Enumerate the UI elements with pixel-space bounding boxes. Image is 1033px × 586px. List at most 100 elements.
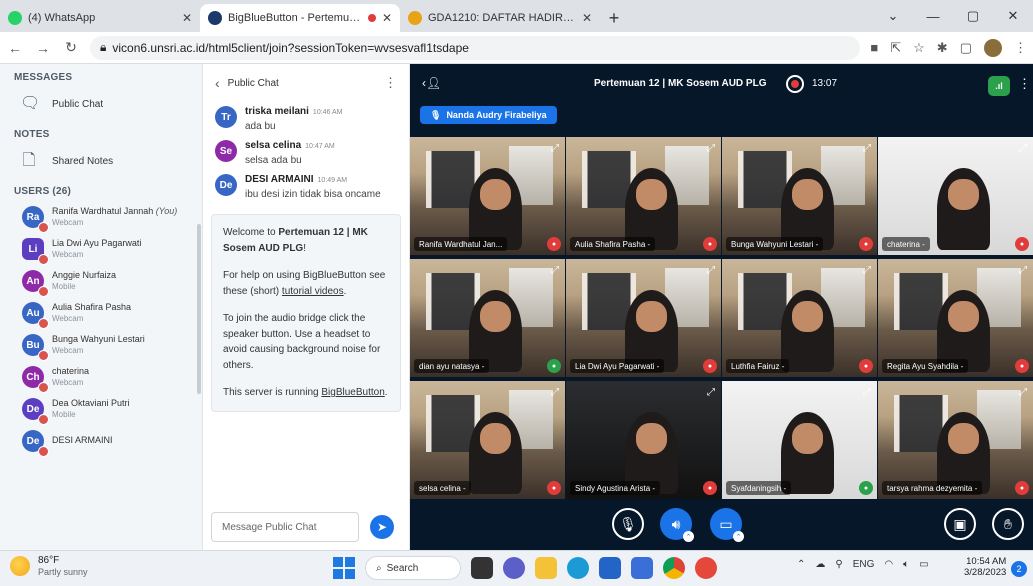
participant-name[interactable]: Luthfia Fairuz - <box>726 359 790 373</box>
chat-options-icon[interactable]: ⋮ <box>384 75 397 91</box>
close-window-button[interactable]: ✕ <box>993 0 1033 32</box>
recording-icon[interactable] <box>786 75 804 93</box>
bigbluebutton-link[interactable]: BigBlueButton <box>321 387 384 398</box>
share-icon[interactable]: ⇱ <box>890 40 901 56</box>
wifi-icon[interactable]: ◠ <box>884 559 893 570</box>
tutorial-videos-link[interactable]: tutorial videos <box>282 286 344 297</box>
chevron-down-icon[interactable]: ⌄ <box>873 0 913 32</box>
webcam-tile[interactable]: ⤢ Sindy Agustina Arista - ● <box>566 381 721 499</box>
battery-icon[interactable]: ▭ <box>919 559 928 570</box>
notification-badge[interactable]: 2 <box>1011 561 1027 577</box>
participant-name[interactable]: Regita Ayu Syahdila - <box>882 359 969 373</box>
menu-kebab-icon[interactable]: ⋮ <box>1014 40 1027 56</box>
tab-bigbluebutton[interactable]: BigBlueButton - Pertemuan 1 ✕ <box>200 4 400 32</box>
fullscreen-icon[interactable]: ⤢ <box>707 387 715 398</box>
user-list-item[interactable]: Bu Bunga Wahyuni Lestari Webcam <box>0 329 202 361</box>
fullscreen-icon[interactable]: ⤢ <box>1019 265 1027 276</box>
webcam-tile[interactable]: ⤢ Lia Dwi Ayu Pagarwati - ● <box>566 259 721 377</box>
edge-icon[interactable] <box>567 557 589 579</box>
reload-button[interactable]: ↻ <box>62 39 80 56</box>
bookmark-star-icon[interactable]: ☆ <box>913 40 925 56</box>
scrollbar[interactable] <box>197 224 201 394</box>
chevron-up-icon[interactable]: ⌃ <box>683 531 694 542</box>
sidebar-icon[interactable]: ▢ <box>960 40 972 56</box>
user-list-item[interactable]: Ch chaterina Webcam <box>0 361 202 393</box>
participant-name[interactable]: tarsya rahma dezyemita - <box>882 481 983 495</box>
webcam-tile[interactable]: ⤢ Aulia Shafira Pasha - ● <box>566 137 721 255</box>
forward-button[interactable]: → <box>34 40 52 56</box>
file-explorer-icon[interactable] <box>535 557 557 579</box>
user-list-item[interactable]: Au Aulia Shafira Pasha Webcam <box>0 297 202 329</box>
new-tab-button[interactable]: + <box>600 4 628 32</box>
participant-name[interactable]: dian ayu natasya - <box>414 359 490 373</box>
chevron-left-icon[interactable]: ‹ <box>215 75 220 91</box>
user-list-item[interactable]: Ra Ranifa Wardhatul Jannah (You) Webcam <box>0 201 202 233</box>
fullscreen-icon[interactable]: ⤢ <box>863 265 871 276</box>
user-list-item[interactable]: An Anggie Nurfaiza Mobile <box>0 265 202 297</box>
fullscreen-icon[interactable]: ⤢ <box>707 265 715 276</box>
audio-button[interactable]: 🔊︎ ⌃ <box>660 508 694 542</box>
webcam-tile[interactable]: ⤢ Luthfia Fairuz - ● <box>722 259 877 377</box>
url-input[interactable]: 🔒︎ vicon6.unsri.ac.id/html5client/join?s… <box>90 35 861 60</box>
minimize-button[interactable]: — <box>913 0 953 32</box>
maximize-button[interactable]: ▢ <box>953 0 993 32</box>
webcam-tile[interactable]: ⤢ Regita Ayu Syahdila - ● <box>878 259 1033 377</box>
taskbar-search[interactable]: ⌕ Search <box>365 556 461 580</box>
chevron-up-icon[interactable]: ⌃ <box>733 531 744 542</box>
chat-message-input[interactable]: Message Public Chat <box>211 512 359 542</box>
usb-icon[interactable]: ⚲ <box>835 559 842 570</box>
photos-icon[interactable] <box>631 557 653 579</box>
user-list-item[interactable]: De Dea Oktaviani Putri Mobile <box>0 393 202 425</box>
tab-daftar-hadir[interactable]: GDA1210: DAFTAR HADIR KELAS ✕ <box>400 4 600 32</box>
close-tab-icon[interactable]: ✕ <box>382 11 392 25</box>
webcam-button[interactable]: ▭ ⌃ <box>710 508 744 542</box>
fullscreen-icon[interactable]: ⤢ <box>707 143 715 154</box>
fullscreen-icon[interactable]: ⤢ <box>551 265 559 276</box>
store-icon[interactable] <box>599 557 621 579</box>
user-list-toggle-icon[interactable]: ‹👤︎ <box>422 76 441 90</box>
fullscreen-icon[interactable]: ⤢ <box>863 387 871 398</box>
talking-indicator[interactable]: 🎙︎ Nanda Audry Firabeliya <box>420 106 557 124</box>
webcam-tile[interactable]: ⤢ tarsya rahma dezyemita - ● <box>878 381 1033 499</box>
public-chat-item[interactable]: 🗨︎ Public Chat <box>0 87 202 121</box>
language-indicator[interactable]: ENG <box>853 559 875 570</box>
connection-status-icon[interactable]: .ıl <box>988 76 1010 96</box>
app-icon[interactable] <box>695 557 717 579</box>
webcam-tile[interactable]: ⤢ dian ayu natasya - ● <box>410 259 565 377</box>
fullscreen-icon[interactable]: ⤢ <box>551 143 559 154</box>
chat-app-icon[interactable] <box>503 557 525 579</box>
profile-avatar[interactable] <box>984 38 1002 57</box>
clock[interactable]: 10:54 AM 3/28/2023 <box>964 556 1006 579</box>
raise-hand-button[interactable]: ✋︎ <box>992 508 1024 540</box>
tab-whatsapp[interactable]: (4) WhatsApp ✕ <box>0 4 200 32</box>
user-list-item[interactable]: De DESI ARMAINI <box>0 425 202 457</box>
webcam-tile[interactable]: ⤢ Syafdaningsih - ● <box>722 381 877 499</box>
close-tab-icon[interactable]: ✕ <box>182 11 192 25</box>
mute-button[interactable]: 🎙︎ <box>612 508 644 540</box>
participant-name[interactable]: selsa celina - <box>414 481 471 495</box>
close-tab-icon[interactable]: ✕ <box>582 11 592 25</box>
participant-name[interactable]: Lia Dwi Ayu Pagarwati - <box>570 359 665 373</box>
extensions-icon[interactable]: ✱ <box>937 40 948 56</box>
webcam-tile[interactable]: ⤢ Bunga Wahyuni Lestari - ● <box>722 137 877 255</box>
cloud-icon[interactable]: ☁︎ <box>815 559 825 570</box>
participant-name[interactable]: Syafdaningsih - <box>726 481 792 495</box>
send-button[interactable]: ➤ <box>370 515 394 539</box>
shared-notes-item[interactable]: 🗋︎ Shared Notes <box>0 144 202 178</box>
chrome-icon[interactable] <box>663 557 685 579</box>
camera-in-use-icon[interactable]: ■ <box>870 40 878 55</box>
fullscreen-icon[interactable]: ⤢ <box>863 143 871 154</box>
start-button[interactable] <box>333 557 355 579</box>
participant-name[interactable]: Bunga Wahyuni Lestari - <box>726 237 824 251</box>
user-list-item[interactable]: Li Lia Dwi Ayu Pagarwati Webcam <box>0 233 202 265</box>
participant-name[interactable]: chaterina - <box>882 237 930 251</box>
webcam-tile[interactable]: ⤢ Ranifa Wardhatul Jan... ● <box>410 137 565 255</box>
fullscreen-icon[interactable]: ⤢ <box>1019 387 1027 398</box>
participant-name[interactable]: Sindy Agustina Arista - <box>570 481 661 495</box>
webcam-tile[interactable]: ⤢ chaterina - ● <box>878 137 1033 255</box>
chevron-up-icon[interactable]: ⌃ <box>797 559 805 570</box>
task-view-icon[interactable] <box>471 557 493 579</box>
participant-name[interactable]: Aulia Shafira Pasha - <box>570 237 656 251</box>
fullscreen-icon[interactable]: ⤢ <box>1019 143 1027 154</box>
back-button[interactable]: ← <box>6 40 24 56</box>
